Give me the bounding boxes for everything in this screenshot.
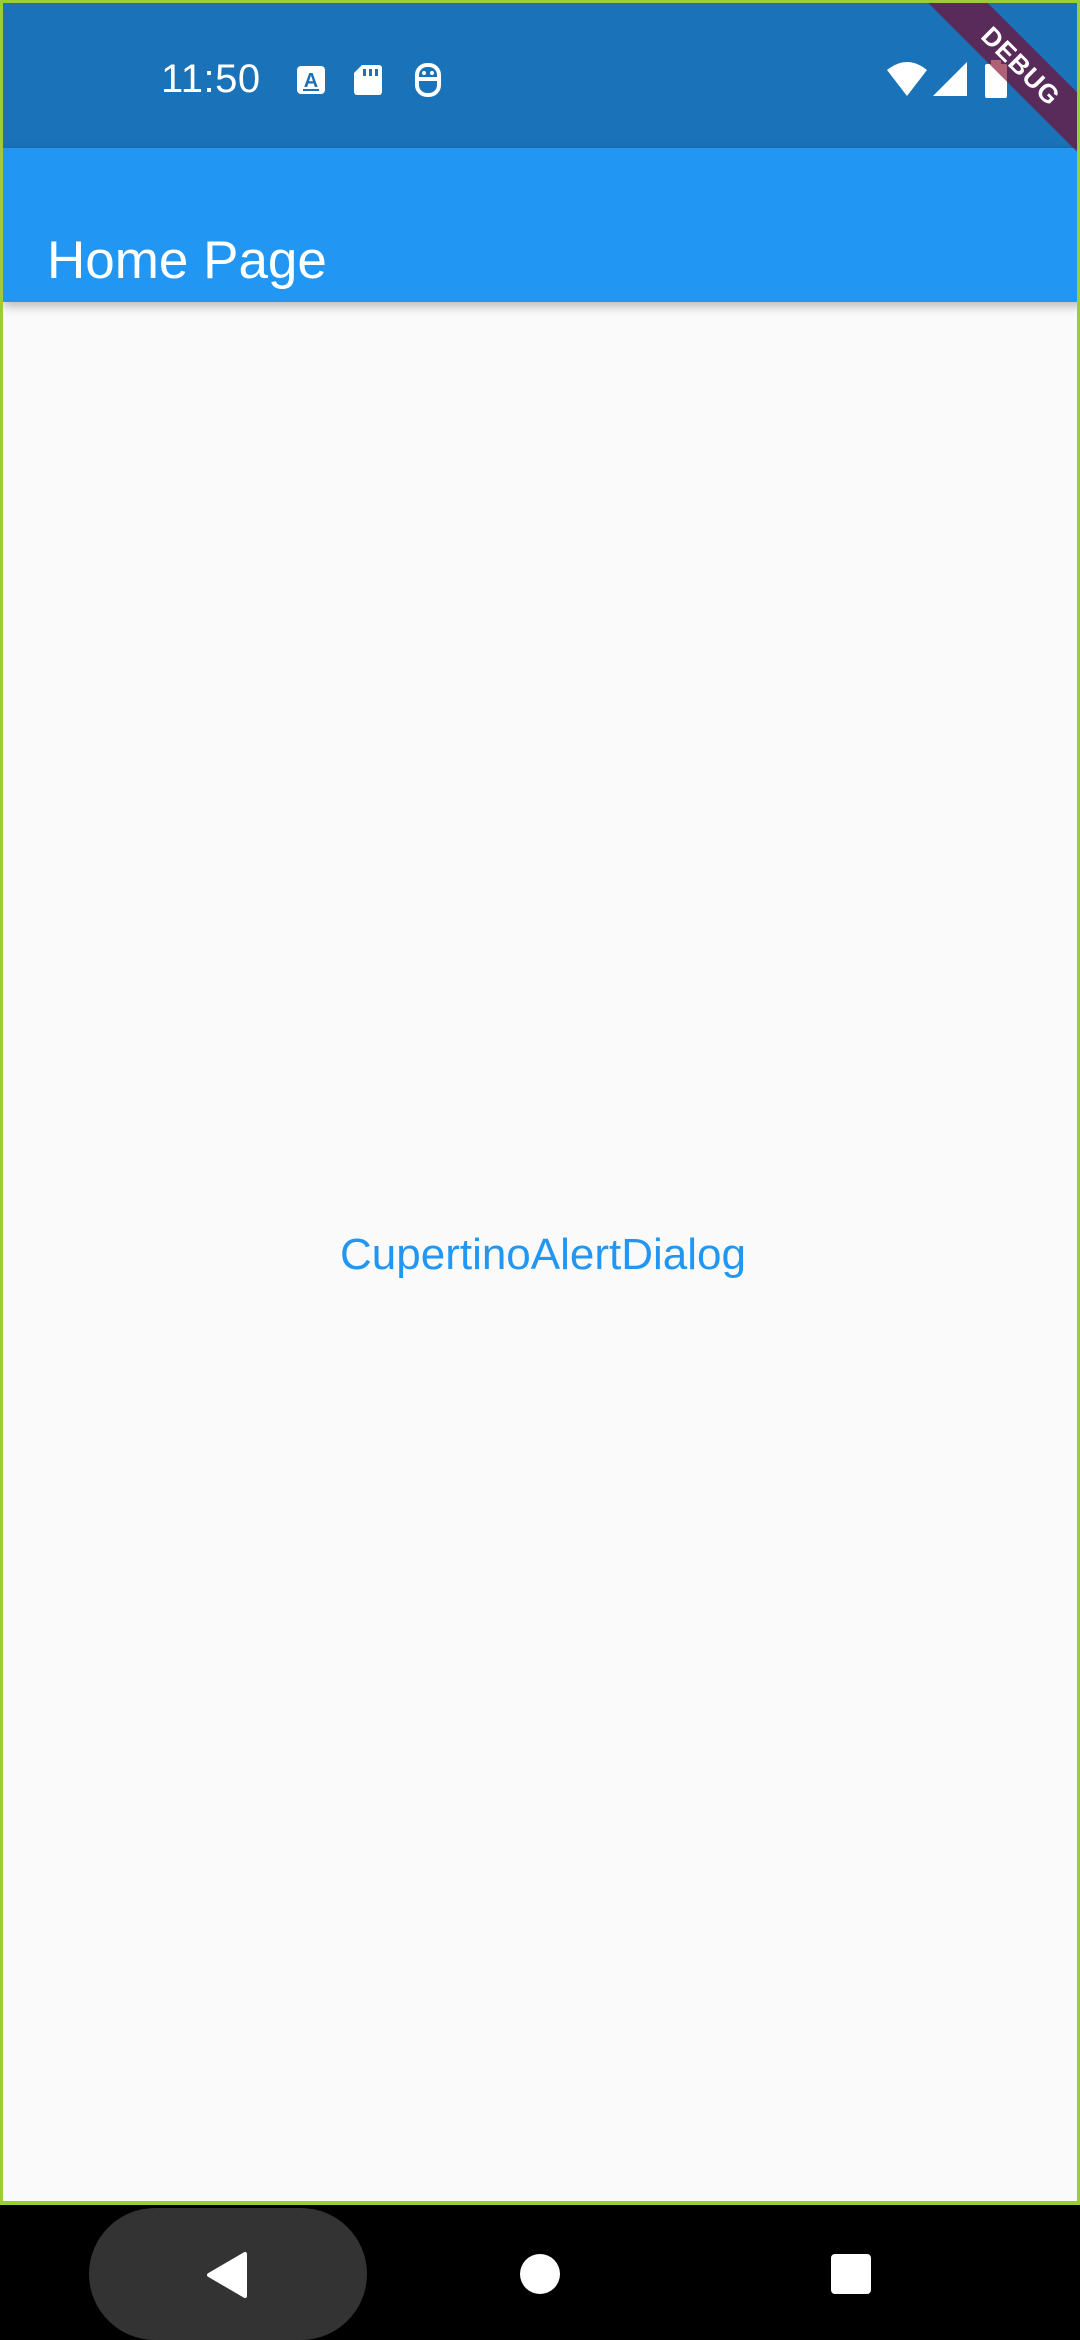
privacy-icon bbox=[408, 60, 448, 100]
app-screen: 11:50 A Home Page CupertinoAlertDialog D… bbox=[0, 0, 1080, 2205]
wifi-icon bbox=[885, 60, 929, 100]
status-time: 11:50 bbox=[161, 57, 261, 101]
home-button[interactable] bbox=[518, 2252, 562, 2296]
recents-button[interactable] bbox=[829, 2252, 873, 2296]
recents-icon bbox=[831, 2254, 871, 2294]
debug-banner: DEBUG bbox=[927, 3, 1077, 153]
text-a-icon: A bbox=[291, 60, 331, 100]
app-bar: Home Page bbox=[3, 148, 1077, 302]
debug-banner-label: DEBUG bbox=[927, 3, 1077, 153]
status-bar: 11:50 A bbox=[3, 3, 1077, 148]
home-icon bbox=[520, 2254, 560, 2294]
page-title: Home Page bbox=[47, 230, 327, 290]
back-button[interactable] bbox=[89, 2208, 367, 2340]
back-icon bbox=[207, 2252, 247, 2298]
sd-card-icon bbox=[348, 60, 388, 100]
svg-text:A: A bbox=[304, 70, 318, 92]
navigation-bar bbox=[0, 2205, 1080, 2340]
cupertino-alert-dialog-button[interactable]: CupertinoAlertDialog bbox=[3, 1223, 1077, 1287]
